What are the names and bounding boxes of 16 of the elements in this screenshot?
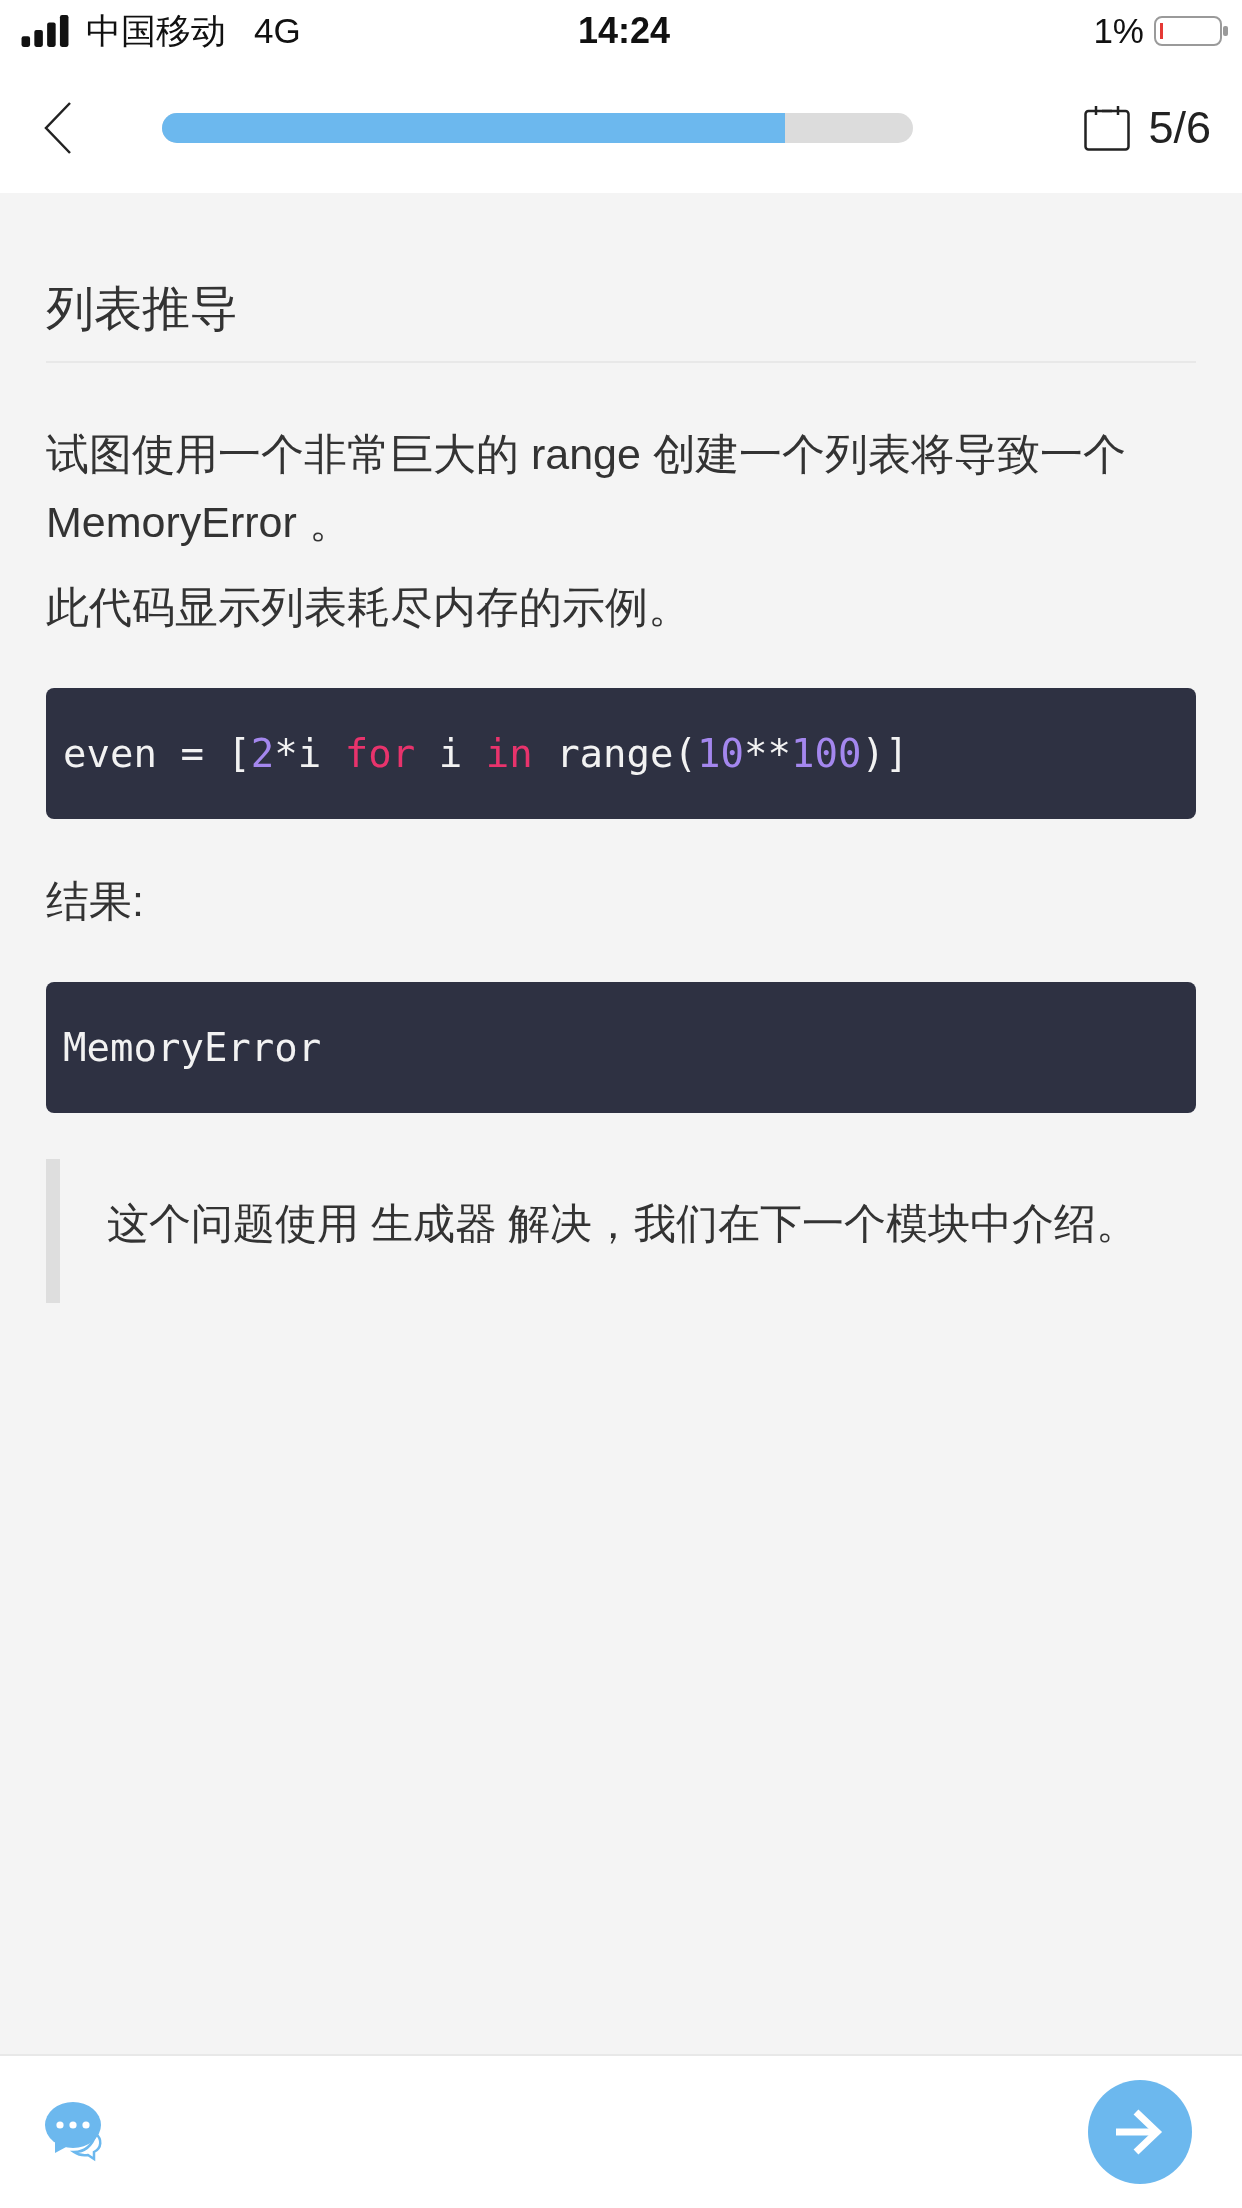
quote-text: 这个问题使用 生成器 解决，我们在下一个模块中介绍。 xyxy=(107,1200,1139,1247)
battery-icon xyxy=(1154,16,1228,46)
signal-icon xyxy=(20,15,70,47)
battery-percent: 1% xyxy=(1093,11,1144,51)
time-label: 14:24 xyxy=(577,10,671,52)
paragraph-text: 试图使用一个非常巨大的 range 创建一个列表将导致一个 MemoryError 。 xyxy=(46,429,1127,548)
lesson-title: 列表推导 xyxy=(46,281,239,337)
back-icon[interactable] xyxy=(44,101,72,154)
page-counter: 5/6 xyxy=(1148,101,1211,154)
code-line: MemoryError xyxy=(63,1024,323,1072)
paragraph-text: 结果: xyxy=(46,876,145,927)
carrier-label: 中国移动 xyxy=(86,9,226,52)
network-label: 4G xyxy=(254,11,301,51)
code-line: even = [2*i for i in range(10**100)] xyxy=(63,730,910,778)
paragraph-text: 此代码显示列表耗尽内存的示例。 xyxy=(46,582,692,633)
calendar-icon xyxy=(1084,104,1131,151)
